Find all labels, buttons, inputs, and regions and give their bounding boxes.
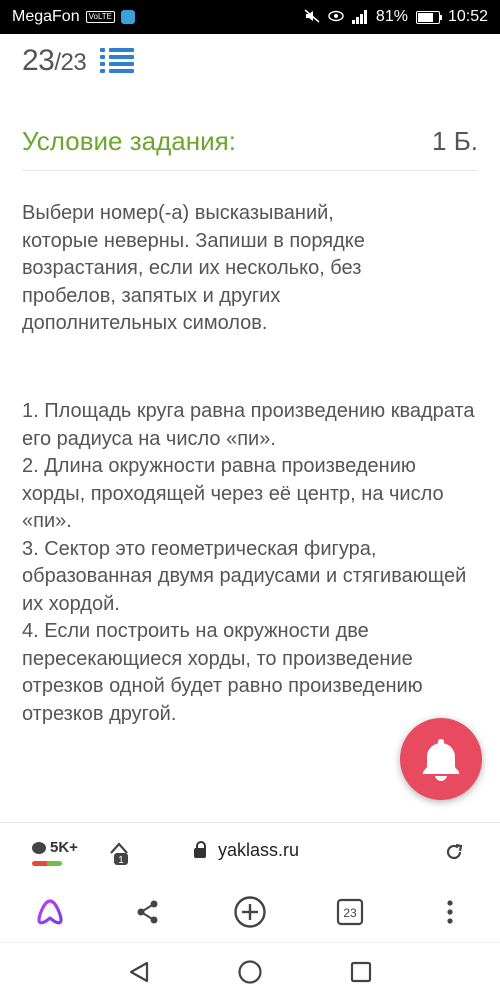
battery-icon [415, 10, 442, 24]
chat-bubble-icon [32, 841, 46, 854]
tabs-badge-button[interactable]: 1 [108, 839, 132, 867]
plus-circle-icon [234, 896, 266, 928]
more-menu-button[interactable] [432, 894, 468, 930]
new-tab-button[interactable] [232, 894, 268, 930]
statements-list: 1. Площадь круга равна произведению квад… [22, 398, 482, 728]
statement-2: 2. Длина окружности равна произведению х… [22, 455, 444, 532]
counter-text: 23/23 [22, 44, 87, 78]
question-counter: 23/23 [22, 44, 135, 78]
url-field[interactable]: yaklass.ru [194, 840, 299, 861]
clock: 10:52 [447, 8, 488, 25]
task-text: Выбери номер(-а) высказываний, которые н… [22, 202, 365, 334]
mute-icon [304, 8, 320, 26]
notification-bell-button[interactable] [400, 718, 482, 800]
signal-icon [351, 10, 368, 24]
home-tabs-icon: 1 [110, 842, 128, 866]
carrier-name: MegaFon [12, 8, 80, 25]
tabs-badge-count: 1 [118, 855, 124, 866]
alice-icon [37, 899, 63, 925]
system-navigation-bar [0, 942, 500, 1001]
browser-address-bar: 5K+ 1 yaklass.ru [0, 822, 500, 885]
back-triangle-icon [129, 961, 149, 983]
statement-4: 4. Если построить на окружности две пере… [22, 620, 423, 725]
home-circle-icon [238, 960, 262, 984]
counter-current: 23 [22, 44, 55, 77]
share-button[interactable] [130, 894, 166, 930]
counter-total: /23 [54, 49, 87, 76]
recents-button[interactable] [348, 959, 374, 985]
reload-icon [446, 843, 463, 860]
url-text: yaklass.ru [218, 840, 300, 860]
browser-toolbar: 23 [0, 884, 500, 942]
lock-icon [194, 840, 206, 858]
alice-button[interactable] [32, 894, 68, 930]
recents-square-icon [350, 961, 372, 983]
bell-icon [423, 739, 459, 781]
eye-icon [328, 10, 344, 25]
divider [22, 170, 478, 171]
tabs-icon: 23 [336, 898, 364, 926]
condition-title: Условие задания: [22, 126, 236, 156]
more-vertical-icon [447, 900, 453, 924]
status-bar: MegaFon VoLTE 81% 10:52 [0, 0, 500, 34]
reload-button[interactable] [442, 840, 466, 864]
tabs-button[interactable]: 23 [332, 894, 368, 930]
app-notification-icon [121, 10, 136, 24]
comments-indicator [32, 861, 62, 866]
tab-count: 23 [343, 906, 357, 920]
share-icon [137, 900, 158, 924]
comments-count: 5K+ [50, 839, 78, 856]
battery-percent: 81% [375, 8, 408, 25]
back-button[interactable] [126, 959, 152, 985]
points-label: 1 Б. [432, 126, 478, 156]
comments-button[interactable]: 5K+ [32, 839, 78, 856]
statement-1: 1. Площадь круга равна произведению квад… [22, 400, 475, 450]
home-button[interactable] [237, 959, 263, 985]
volte-icon: VoLTE [85, 11, 116, 23]
condition-header: Условие задания: 1 Б. [22, 126, 478, 162]
list-icon[interactable] [100, 48, 135, 74]
statement-3: 3. Сектор это геометрическая фигура, обр… [22, 537, 467, 615]
